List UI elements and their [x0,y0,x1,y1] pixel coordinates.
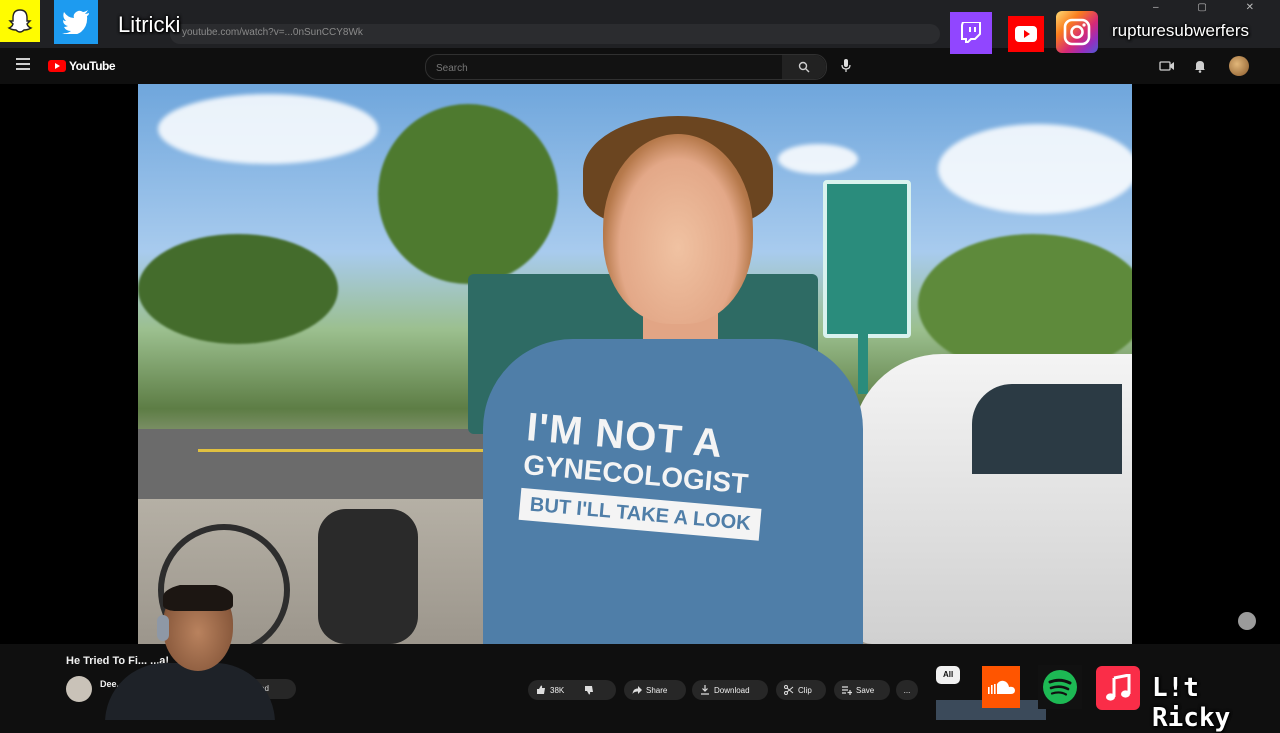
overlay-name-top-right: rupturesubwerfers [1112,21,1250,40]
soundcloud-tile [982,666,1020,708]
instagram-icon [1063,18,1091,46]
like-count: 38K [550,685,565,695]
search-button[interactable] [782,55,826,79]
search-input[interactable] [434,59,778,77]
close-button[interactable]: ✕ [1246,2,1272,13]
download-label: Download [714,685,750,695]
settings-gear-icon[interactable] [1238,612,1256,630]
snapchat-tile [0,0,40,42]
video-cloud [938,124,1132,214]
clip-label: Clip [798,685,812,695]
video-cloud [778,144,858,174]
youtube-logo-text: YouTube [69,59,116,73]
maximize-button[interactable]: ▢ [1197,2,1224,13]
download-button[interactable]: Download [692,680,768,700]
youtube-icon [1015,26,1037,42]
video-street-sign [823,180,911,338]
more-label: ... [903,685,911,695]
share-button[interactable]: Share [624,680,686,700]
video-car-window [972,384,1122,474]
clip-button[interactable]: Clip [776,680,826,700]
video-player[interactable]: I'M NOT A GYNECOLOGIST BUT I'LL TAKE A L… [138,84,1132,644]
thumbs-up-icon [537,685,545,694]
twitter-tile [54,0,98,44]
account-avatar[interactable] [1229,56,1249,76]
playlist-add-icon [842,686,852,695]
hamburger-menu-icon[interactable] [16,58,30,70]
minimize-button[interactable]: – [1153,2,1177,13]
video-sign-pole [858,334,868,394]
youtube-header: YouTube [0,48,1280,84]
twitch-icon [961,22,981,43]
spotify-tile [1038,665,1082,709]
twitter-bird-icon [62,10,89,34]
notifications-button[interactable] [1191,57,1209,75]
voice-search-button[interactable] [836,56,856,76]
microphone-icon [841,59,851,72]
share-label: Share [646,685,668,695]
channel-avatar[interactable] [66,676,92,702]
music-note-icon [1106,674,1131,701]
address-bar[interactable]: youtube.com/watch?v=...0nSunCCY8Wk [170,24,940,44]
save-button[interactable]: Save [834,680,890,700]
download-icon [701,685,709,695]
youtube-play-icon [48,60,66,72]
youtube-tile [1008,16,1044,52]
webcam-hair [163,585,233,611]
chip-all[interactable]: All [936,666,961,684]
spotify-icon [1043,670,1077,704]
soundcloud-icon [988,680,1015,694]
share-arrow-icon [632,686,642,694]
window-controls: – ▢ ✕ [1153,2,1272,13]
video-tree [378,104,558,284]
video-tire [318,509,418,644]
streamer-webcam [105,585,275,720]
like-dislike-button[interactable]: 38K [528,680,616,700]
overlay-name-bottom-right: L!t Ricky [1152,673,1231,733]
video-tree [918,234,1132,374]
thumbs-down-icon [585,686,594,695]
overlay-name-top-left: Litricki [118,12,181,37]
instagram-tile [1056,11,1098,53]
video-cloud [158,94,378,164]
address-url: youtube.com/watch?v=...0nSunCCY8Wk [182,27,363,38]
scissors-icon [784,685,794,695]
video-road-line [198,449,498,452]
video-camera-plus-icon [1159,61,1174,71]
webcam-hoodie [105,663,275,720]
search-box [425,54,827,80]
apple-music-tile [1096,666,1140,710]
create-button[interactable] [1158,57,1176,75]
more-actions-button[interactable]: ... [896,680,918,700]
twitch-tile [950,12,992,54]
video-person-face [603,134,753,324]
snapchat-ghost-icon [7,9,33,33]
save-label: Save [856,685,875,695]
video-tree [138,234,338,344]
headset-icon [157,615,169,641]
youtube-logo[interactable]: YouTube [48,59,116,73]
search-icon [798,61,810,73]
bell-icon [1195,61,1205,73]
